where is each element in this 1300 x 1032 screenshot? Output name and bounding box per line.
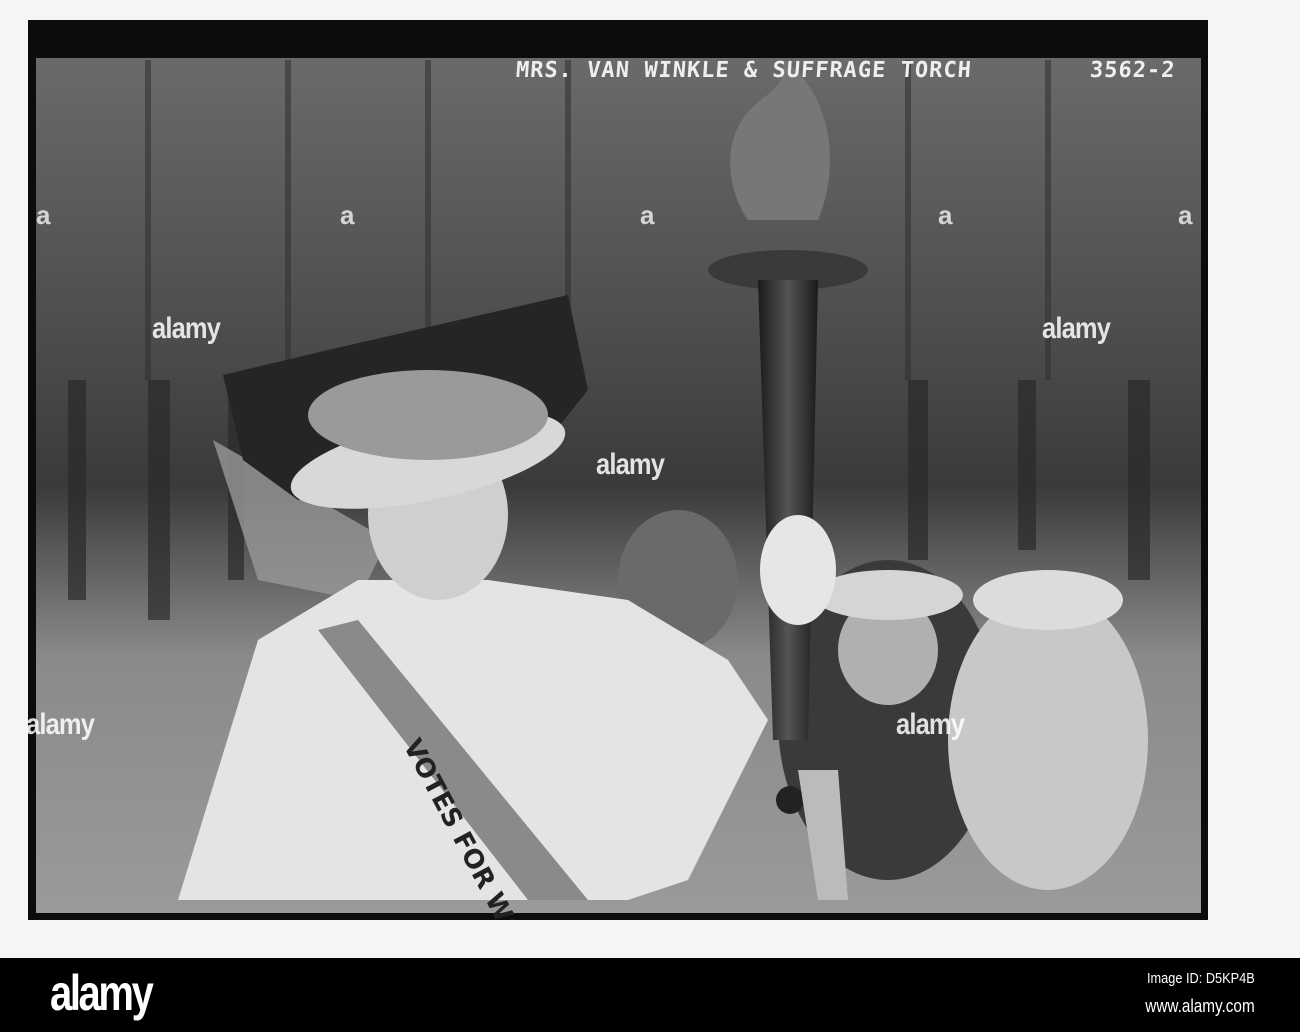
watermark: alamy xyxy=(596,448,665,481)
watermark: alamy xyxy=(152,312,221,345)
hat-flowers xyxy=(308,370,548,460)
watermark-letter: a xyxy=(640,200,655,230)
watermark-letter: a xyxy=(938,200,953,230)
watermark: alamy xyxy=(896,708,965,741)
watermark-letter: a xyxy=(1178,200,1193,230)
watermark: alamy xyxy=(1042,312,1111,345)
negative-number: 3562-2 xyxy=(1089,58,1177,83)
hand xyxy=(760,515,836,625)
site-url[interactable]: www.alamy.com xyxy=(1146,996,1255,1017)
photo-caption: MRS. VAN WINKLE & SUFFRAGE TORCH xyxy=(515,58,973,83)
image-id: Image ID: D5KP4B xyxy=(1147,970,1255,987)
watermark-letter: a xyxy=(36,200,51,230)
footer-bar: alamy Image ID: D5KP4B www.alamy.com xyxy=(0,958,1300,1032)
watermark: alamy xyxy=(26,708,95,741)
historical-photograph: VOTES FOR WOMEN MRS. VAN WINKLE & SUFFRA… xyxy=(26,20,1208,920)
watermark-letter: a xyxy=(340,200,355,230)
alamy-logo: alamy xyxy=(50,965,154,1021)
